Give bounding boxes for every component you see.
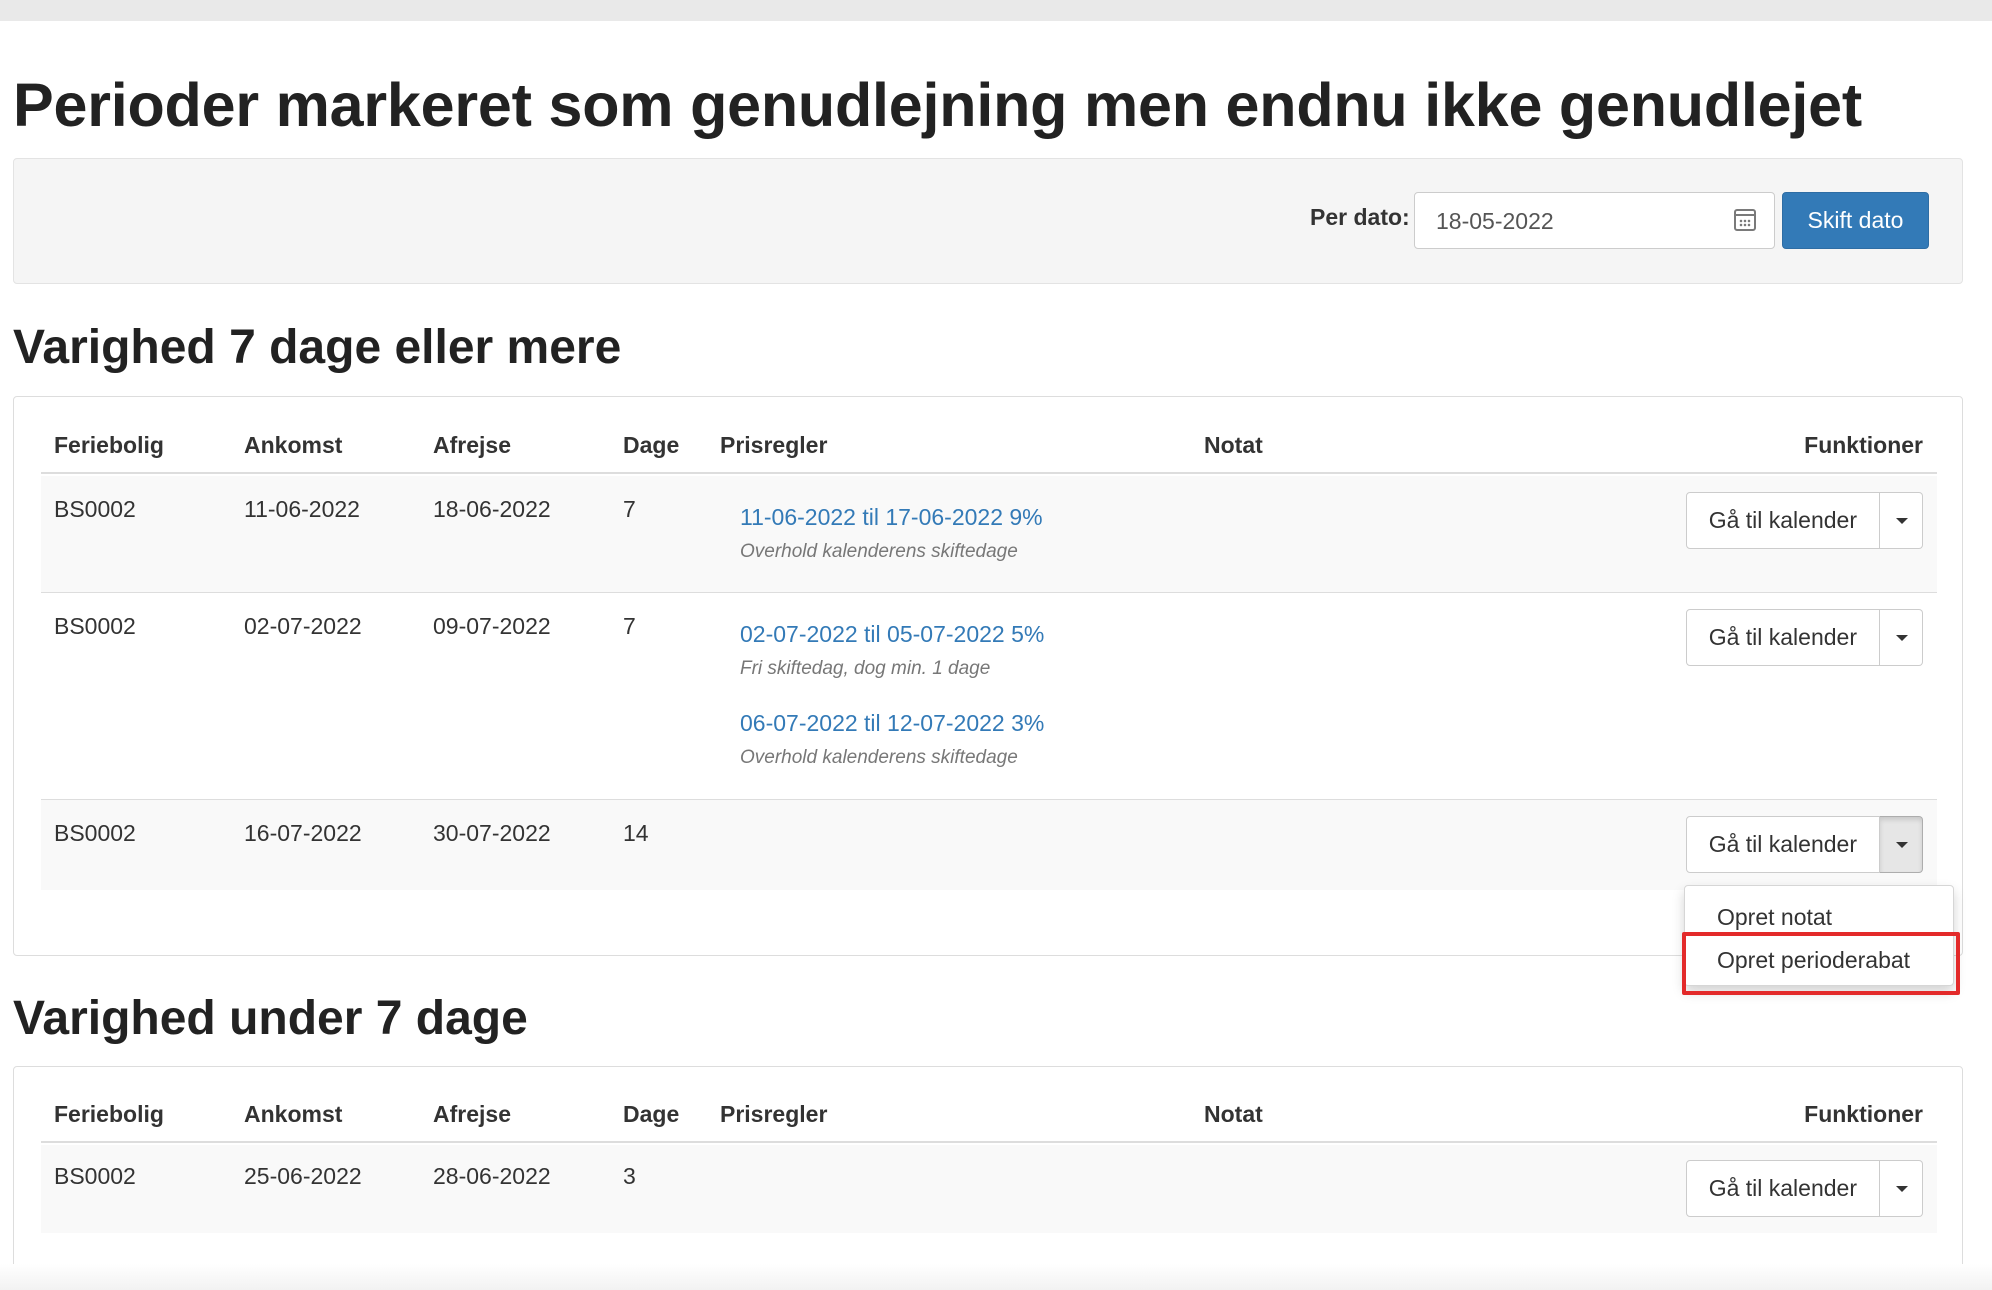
col-afrejse: Afrejse [433,432,511,458]
skift-dato-button[interactable]: Skift dato [1782,192,1929,249]
highlight-annotation-box [1682,932,1960,995]
calendar-icon[interactable] [1734,209,1756,231]
caret-down-icon [1896,635,1908,641]
cell-ankomst: 25-06-2022 [244,1163,362,1189]
date-input[interactable]: 18-05-2022 [1414,192,1775,249]
table-row: BS0002 11-06-2022 18-06-2022 7 11-06-202… [41,476,1937,593]
cell-afrejse: 28-06-2022 [433,1163,551,1189]
caret-down-icon [1896,842,1908,848]
browser-top-strip [0,0,1992,21]
cell-feriebolig: BS0002 [54,613,136,639]
col-notat: Notat [1204,1101,1263,1127]
col-feriebolig: Feriebolig [54,1101,164,1127]
price-rule-link[interactable]: 11-06-2022 til 17-06-2022 9% [740,504,1043,531]
date-filter-bar: Per dato: 18-05-2022 Skift dato [13,158,1963,284]
col-dage: Dage [623,432,680,458]
cell-ankomst: 02-07-2022 [244,613,362,639]
cell-dage: 14 [623,820,649,846]
price-rule-note: Overhold kalenderens skiftedage [740,747,1018,768]
dropdown-toggle-button[interactable] [1880,1160,1923,1217]
table-panel-long: Feriebolig Ankomst Afrejse Dage Prisregl… [13,396,1963,956]
cell-afrejse: 18-06-2022 [433,496,551,522]
table-panel-short: Feriebolig Ankomst Afrejse Dage Prisregl… [13,1066,1963,1290]
caret-down-icon [1896,1186,1908,1192]
ga-til-kalender-button[interactable]: Gå til kalender [1685,492,1880,549]
col-notat: Notat [1204,432,1263,458]
cell-afrejse: 30-07-2022 [433,820,551,846]
cell-dage: 7 [623,496,636,522]
per-dato-label: Per dato: [1310,204,1410,230]
table-row: BS0002 16-07-2022 30-07-2022 14 Gå til k… [41,800,1937,890]
opret-notat-menu-item[interactable]: Opret notat [1717,904,1832,931]
table-row: BS0002 25-06-2022 28-06-2022 3 Gå til ka… [41,1145,1937,1233]
ga-til-kalender-button[interactable]: Gå til kalender [1685,816,1880,873]
page-title: Perioder markeret som genudlejning men e… [13,71,1862,139]
dropdown-toggle-button[interactable] [1880,609,1923,666]
cell-afrejse: 09-07-2022 [433,613,551,639]
col-feriebolig: Feriebolig [54,432,164,458]
col-ankomst: Ankomst [244,432,343,458]
table-header: Feriebolig Ankomst Afrejse Dage Prisregl… [41,416,1937,474]
ga-til-kalender-button[interactable]: Gå til kalender [1685,1160,1880,1217]
table-header: Feriebolig Ankomst Afrejse Dage Prisregl… [41,1085,1937,1143]
section-title-long: Varighed 7 dage eller mere [13,321,622,374]
col-ankomst: Ankomst [244,1101,343,1127]
caret-down-icon [1896,518,1908,524]
calendar-button-group: Gå til kalender [1685,492,1923,549]
table-row: BS0002 02-07-2022 09-07-2022 7 02-07-202… [41,593,1937,800]
cell-feriebolig: BS0002 [54,820,136,846]
section-title-short: Varighed under 7 dage [13,992,528,1045]
col-funktioner: Funktioner [1804,1101,1923,1127]
col-afrejse: Afrejse [433,1101,511,1127]
price-rule-link[interactable]: 06-07-2022 til 12-07-2022 3% [740,710,1044,737]
dropdown-toggle-button[interactable] [1880,816,1923,873]
price-rule-note: Fri skiftedag, dog min. 1 dage [740,658,991,679]
calendar-button-group: Gå til kalender [1685,1160,1923,1217]
dropdown-toggle-button[interactable] [1880,492,1923,549]
col-prisregler: Prisregler [720,432,828,458]
calendar-button-group: Gå til kalender [1685,609,1923,666]
price-rule-link[interactable]: 02-07-2022 til 05-07-2022 5% [740,621,1044,648]
cell-dage: 3 [623,1163,636,1189]
ga-til-kalender-button[interactable]: Gå til kalender [1685,609,1880,666]
col-funktioner: Funktioner [1804,432,1923,458]
bottom-fade [0,1264,1992,1290]
cell-ankomst: 16-07-2022 [244,820,362,846]
cell-dage: 7 [623,613,636,639]
col-dage: Dage [623,1101,680,1127]
date-input-value: 18-05-2022 [1436,208,1554,234]
calendar-button-group: Gå til kalender [1685,816,1923,873]
price-rule-note: Overhold kalenderens skiftedage [740,541,1018,562]
cell-feriebolig: BS0002 [54,1163,136,1189]
col-prisregler: Prisregler [720,1101,828,1127]
cell-feriebolig: BS0002 [54,496,136,522]
cell-ankomst: 11-06-2022 [244,496,360,522]
